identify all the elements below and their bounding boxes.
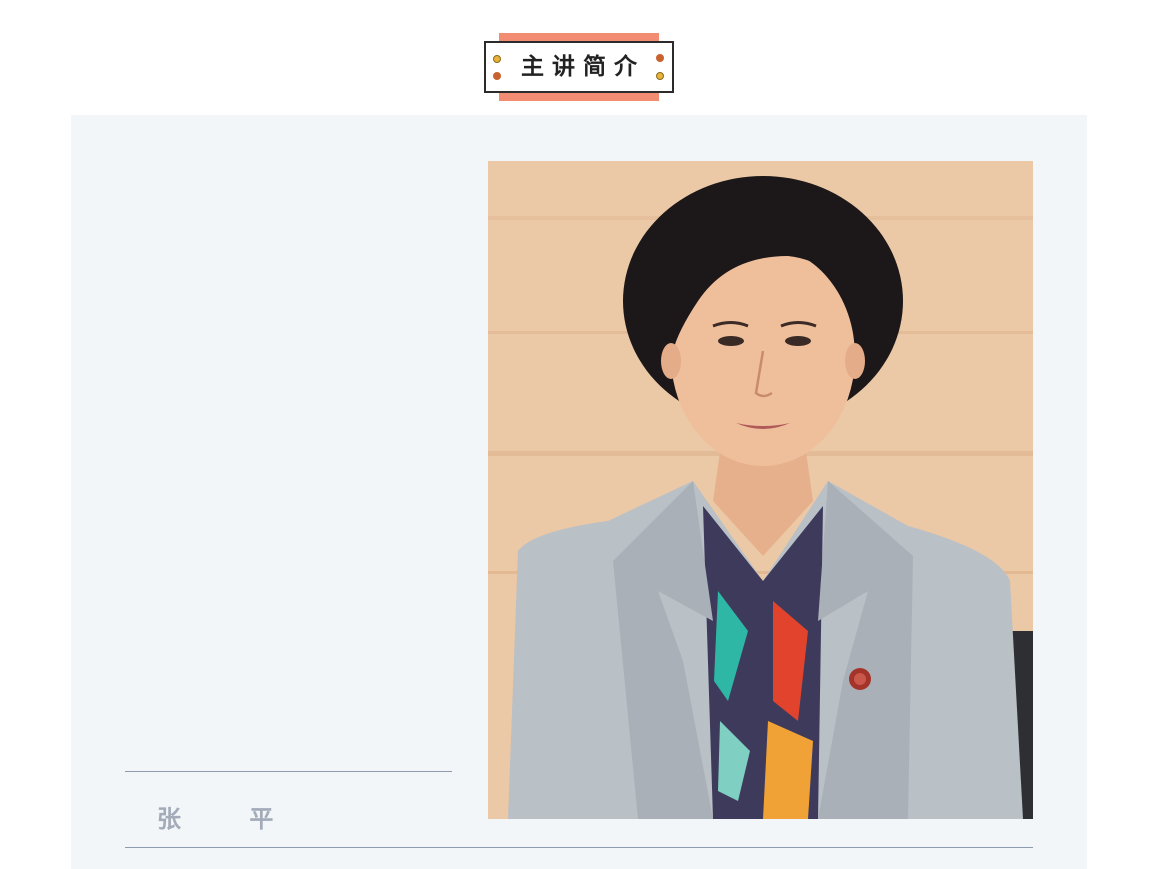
name-divider-bottom: [125, 847, 1033, 848]
name-divider-top: [125, 771, 452, 772]
speaker-card: 张 平: [71, 115, 1087, 869]
speaker-name: 张 平: [157, 805, 304, 833]
speaker-portrait: [488, 161, 1033, 819]
title-frame: 主讲简介: [484, 41, 674, 93]
section-title-badge: 主讲简介: [484, 33, 674, 101]
page: 主讲简介 张 平: [0, 0, 1171, 869]
section-title: 主讲简介: [521, 54, 645, 80]
